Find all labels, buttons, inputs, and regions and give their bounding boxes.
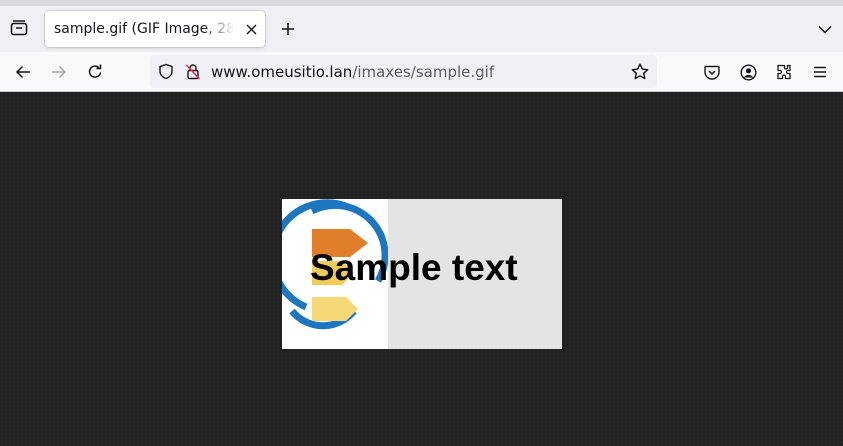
bookmark-star-button[interactable] [631,63,649,80]
tab-list-icon [10,20,28,36]
url-host: www.omeusitio.lan [211,63,353,81]
chevron-down-icon [818,25,832,34]
url-path: /imaxes/sample.gif [352,63,495,81]
tab-bar: sample.gif (GIF Image, 280 × 150 pixels) [0,0,843,52]
extensions-icon [776,64,792,80]
extensions-button[interactable] [772,60,796,84]
save-to-pocket-button[interactable] [700,60,724,84]
account-button[interactable] [736,60,760,84]
insecure-lock-icon[interactable] [185,63,201,80]
reload-icon [87,64,103,80]
tab-list-button[interactable] [6,15,32,41]
navigation-toolbar: www.omeusitio.lan/imaxes/sample.gif [0,52,843,92]
back-arrow-icon [15,65,31,79]
plus-icon [281,22,295,36]
list-all-tabs-button[interactable] [815,19,835,39]
account-icon [739,63,757,81]
forward-arrow-icon [51,65,67,79]
pocket-icon [704,65,720,80]
app-menu-button[interactable] [808,60,832,84]
back-button[interactable] [11,60,35,84]
reload-button[interactable] [83,60,107,84]
tab-close-button[interactable] [243,21,259,37]
tab-title: sample.gif (GIF Image, 280 × 150 pixels) [54,21,234,37]
tab-active[interactable]: sample.gif (GIF Image, 280 × 150 pixels) [45,11,265,47]
address-bar[interactable]: www.omeusitio.lan/imaxes/sample.gif [150,55,657,88]
content-viewport: Sample text [0,92,843,446]
new-tab-button[interactable] [278,19,298,39]
image-display: Sample text [282,199,562,349]
forward-button[interactable] [47,60,71,84]
hamburger-menu-icon [813,66,827,78]
close-icon [246,24,257,35]
shield-icon[interactable] [158,63,174,80]
image-caption-text: Sample text [310,247,518,288]
url-text: www.omeusitio.lan/imaxes/sample.gif [211,63,494,81]
star-icon [631,63,649,80]
